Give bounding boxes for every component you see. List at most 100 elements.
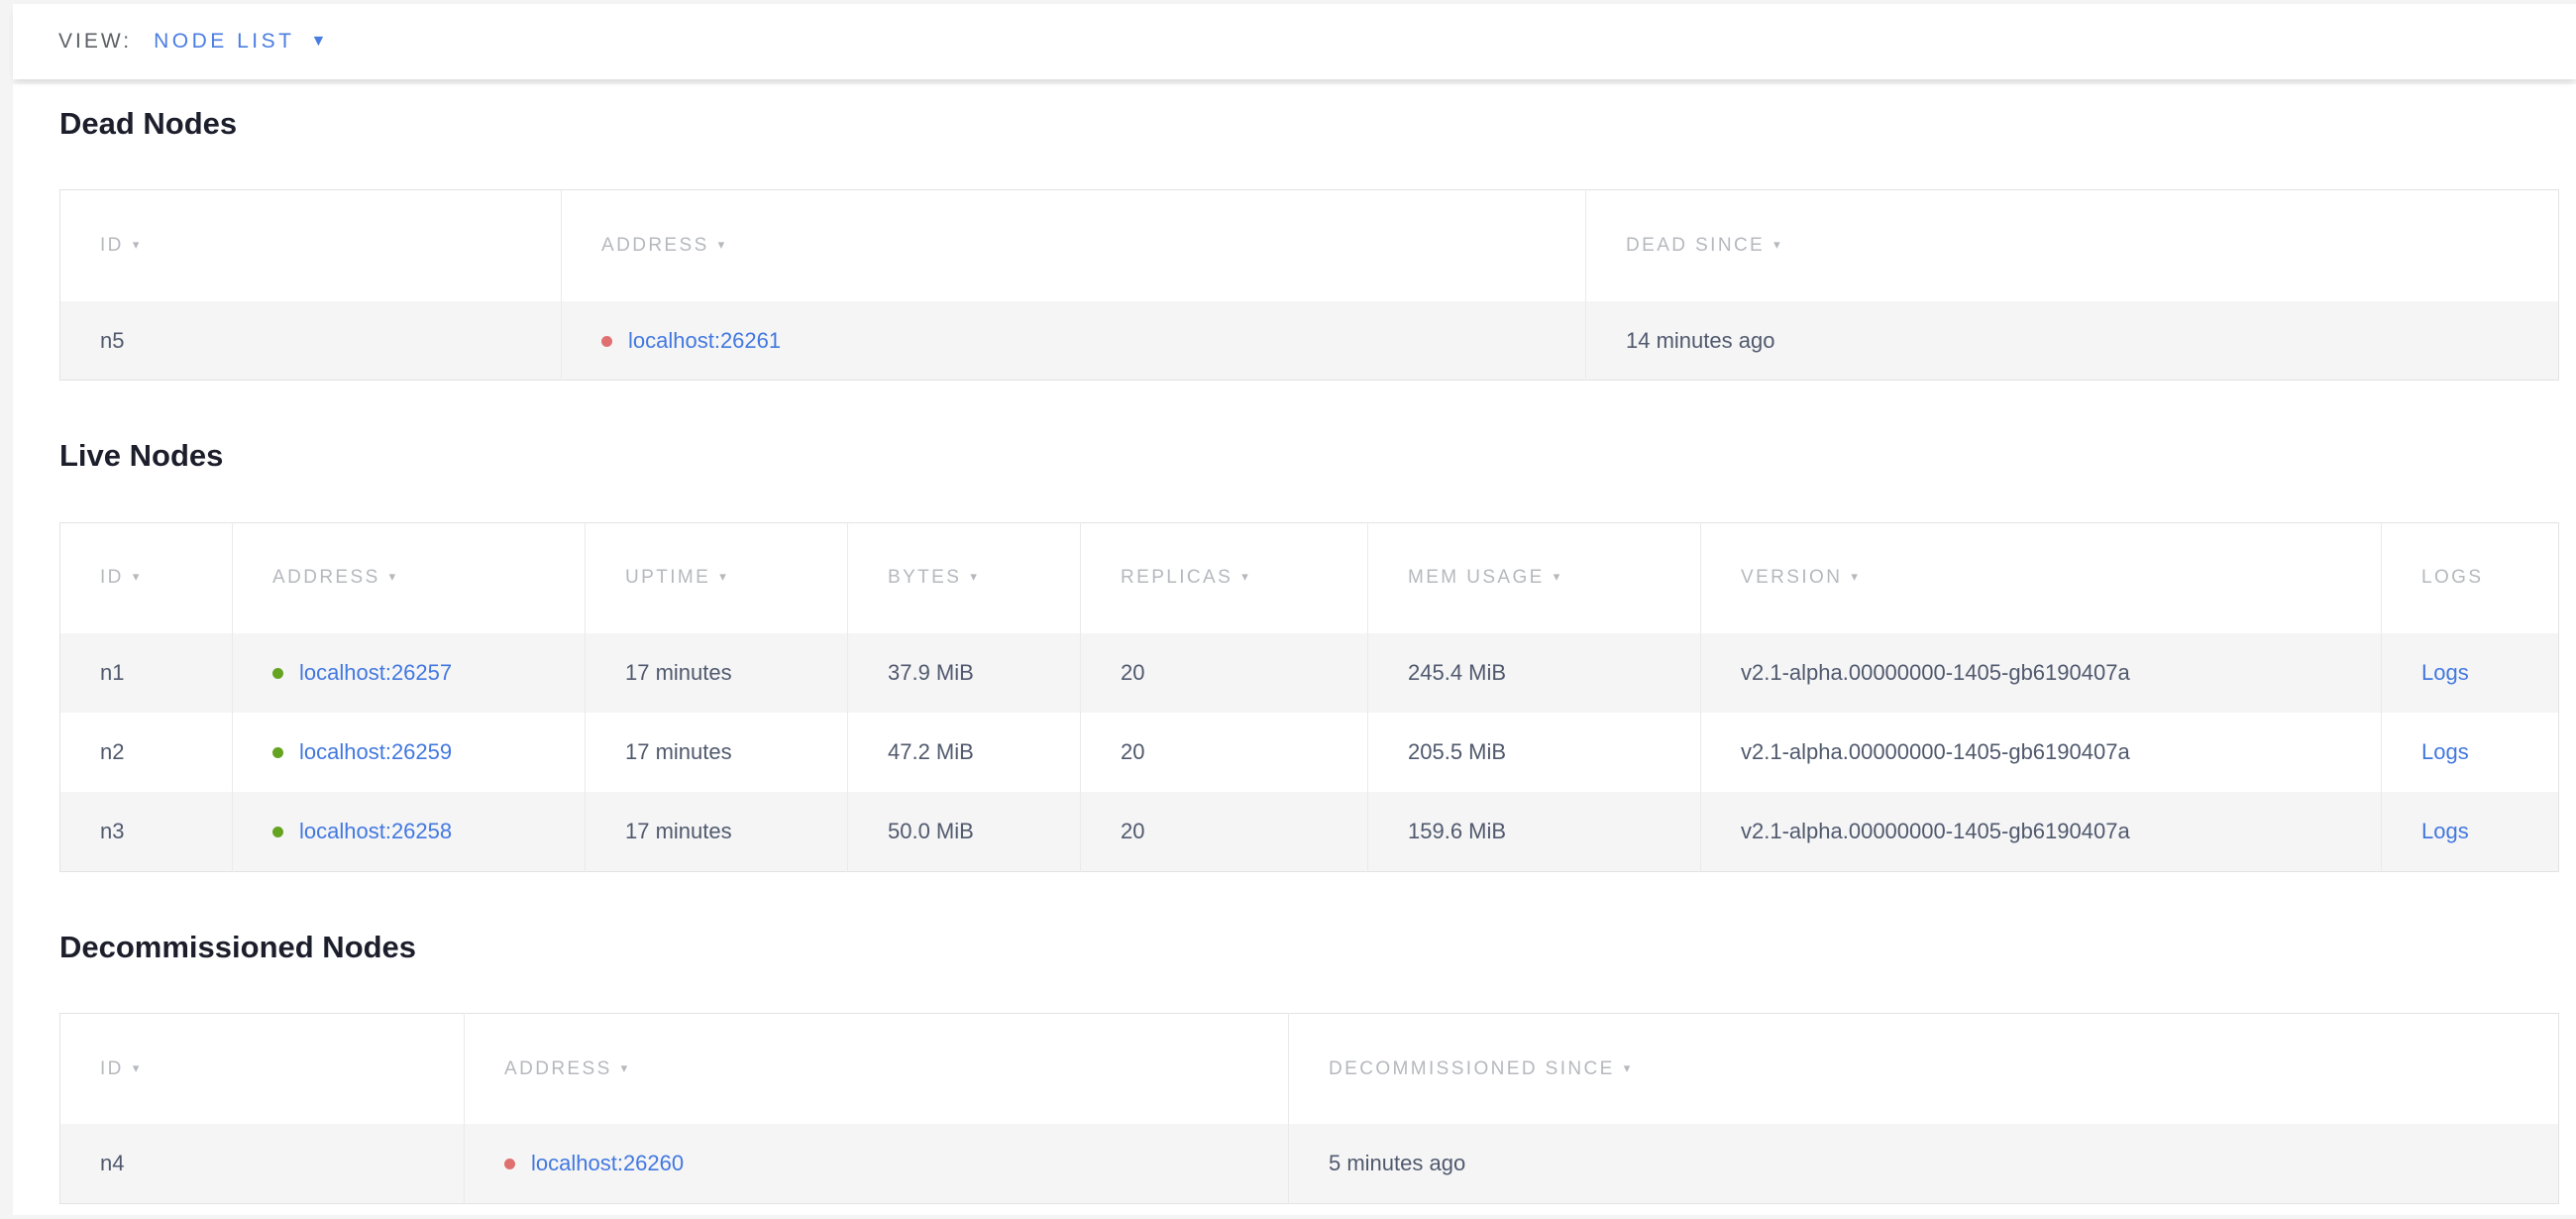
view-selected-value: NODE LIST xyxy=(154,30,294,54)
live-nodes-title: Live Nodes xyxy=(59,436,2558,476)
node-address-cell: localhost:26259 xyxy=(233,713,586,792)
uptime-cell: 17 minutes xyxy=(586,633,848,713)
column-header-label: MEM USAGE xyxy=(1408,567,1545,588)
node-address-link[interactable]: localhost:26261 xyxy=(628,328,781,353)
live-status-dot-icon xyxy=(272,668,283,679)
node-id-cell: n3 xyxy=(60,792,233,871)
replicas-cell: 20 xyxy=(1081,792,1368,871)
dead-since-cell: 14 minutes ago xyxy=(1586,301,2559,381)
node-address-link[interactable]: localhost:26259 xyxy=(299,739,452,764)
sort-arrow-icon: ▾ xyxy=(133,569,142,584)
decommissioned-nodes-table: ID ▾ ADDRESS ▾ DECOMMISSIONED SINCE ▾ n4 lo… xyxy=(59,1013,2559,1204)
column-header-replicas[interactable]: REPLICAS ▾ xyxy=(1081,522,1368,633)
live-status-dot-icon xyxy=(272,747,283,758)
bytes-cell: 50.0 MiB xyxy=(848,792,1081,871)
logs-link[interactable]: Logs xyxy=(2421,739,2469,764)
node-address-link[interactable]: localhost:26260 xyxy=(531,1151,684,1175)
column-header-uptime[interactable]: UPTIME ▾ xyxy=(586,522,848,633)
uptime-cell: 17 minutes xyxy=(586,792,848,871)
column-header-id[interactable]: ID ▾ xyxy=(60,190,562,301)
column-header-label: UPTIME xyxy=(625,567,710,588)
logs-cell: Logs xyxy=(2382,633,2559,713)
column-header-label: ADDRESS xyxy=(272,567,380,588)
column-header-address[interactable]: ADDRESS ▾ xyxy=(465,1013,1289,1124)
replicas-cell: 20 xyxy=(1081,713,1368,792)
column-header-id[interactable]: ID ▾ xyxy=(60,522,233,633)
node-id-cell: n4 xyxy=(60,1124,465,1203)
sort-arrow-icon: ▾ xyxy=(970,569,979,584)
sort-arrow-icon: ▾ xyxy=(621,1060,630,1075)
uptime-cell: 17 minutes xyxy=(586,713,848,792)
column-header-decommissioned-since[interactable]: DECOMMISSIONED SINCE ▾ xyxy=(1289,1013,2559,1124)
column-header-label: DECOMMISSIONED SINCE xyxy=(1329,1058,1615,1079)
sort-arrow-icon: ▾ xyxy=(389,569,398,584)
logs-link[interactable]: Logs xyxy=(2421,660,2469,685)
column-header-label: DEAD SINCE xyxy=(1626,235,1765,256)
dead-nodes-title: Dead Nodes xyxy=(59,104,2558,144)
node-address-cell: localhost:26260 xyxy=(465,1124,1289,1203)
node-id-cell: n2 xyxy=(60,713,233,792)
mem-usage-cell: 245.4 MiB xyxy=(1368,633,1701,713)
column-header-label: ID xyxy=(100,1058,124,1079)
mem-usage-cell: 205.5 MiB xyxy=(1368,713,1701,792)
column-header-id[interactable]: ID ▾ xyxy=(60,1013,465,1124)
node-address-cell: localhost:26258 xyxy=(233,792,586,871)
sort-arrow-icon: ▾ xyxy=(1624,1060,1633,1075)
column-header-label: ID xyxy=(100,235,124,256)
table-row: n4 localhost:26260 5 minutes ago xyxy=(60,1124,2559,1203)
column-header-label: BYTES xyxy=(888,567,961,588)
sort-arrow-icon: ▾ xyxy=(133,237,142,252)
logs-link[interactable]: Logs xyxy=(2421,819,2469,843)
sort-arrow-icon: ▾ xyxy=(133,1060,142,1075)
decommissioned-status-dot-icon xyxy=(504,1159,515,1169)
sort-arrow-icon: ▾ xyxy=(1554,569,1562,584)
column-header-label: REPLICAS xyxy=(1121,567,1233,588)
column-header-label: ADDRESS xyxy=(504,1058,612,1079)
node-list-content: Dead Nodes ID ▾ ADDRESS ▾ DEAD SINCE ▾ n5 l… xyxy=(13,84,2576,1215)
logs-cell: Logs xyxy=(2382,792,2559,871)
mem-usage-cell: 159.6 MiB xyxy=(1368,792,1701,871)
table-row: n3 localhost:26258 17 minutes 50.0 MiB 2… xyxy=(60,792,2559,871)
dead-nodes-table: ID ▾ ADDRESS ▾ DEAD SINCE ▾ n5 localhost:26… xyxy=(59,189,2559,381)
table-row: n2 localhost:26259 17 minutes 47.2 MiB 2… xyxy=(60,713,2559,792)
view-label: VIEW: xyxy=(58,30,132,54)
decommissioned-since-cell: 5 minutes ago xyxy=(1289,1124,2559,1203)
bytes-cell: 47.2 MiB xyxy=(848,713,1081,792)
dropdown-caret-icon: ▼ xyxy=(310,34,326,50)
view-selector-dropdown[interactable]: NODE LIST ▼ xyxy=(154,30,326,54)
bytes-cell: 37.9 MiB xyxy=(848,633,1081,713)
table-row: n1 localhost:26257 17 minutes 37.9 MiB 2… xyxy=(60,633,2559,713)
sort-arrow-icon: ▾ xyxy=(1241,569,1250,584)
table-header-row: ID ▾ ADDRESS ▾ UPTIME ▾ BYTES ▾ REPLICAS ▾ ME… xyxy=(60,522,2559,633)
column-header-label: LOGS xyxy=(2421,567,2483,588)
node-address-cell: localhost:26261 xyxy=(562,301,1586,381)
sort-arrow-icon: ▾ xyxy=(719,569,728,584)
live-nodes-table: ID ▾ ADDRESS ▾ UPTIME ▾ BYTES ▾ REPLICAS ▾ ME… xyxy=(59,522,2559,872)
node-address-cell: localhost:26257 xyxy=(233,633,586,713)
replicas-cell: 20 xyxy=(1081,633,1368,713)
column-header-label: VERSION xyxy=(1741,567,1842,588)
column-header-address[interactable]: ADDRESS ▾ xyxy=(562,190,1586,301)
version-cell: v2.1-alpha.00000000-1405-gb6190407a xyxy=(1701,792,2382,871)
node-address-link[interactable]: localhost:26258 xyxy=(299,819,452,843)
column-header-label: ID xyxy=(100,567,124,588)
column-header-logs: LOGS xyxy=(2382,522,2559,633)
decommissioned-nodes-title: Decommissioned Nodes xyxy=(59,928,2558,967)
column-header-version[interactable]: VERSION▾ xyxy=(1701,522,2382,633)
column-header-address[interactable]: ADDRESS ▾ xyxy=(233,522,586,633)
node-id-cell: n1 xyxy=(60,633,233,713)
node-id-cell: n5 xyxy=(60,301,562,381)
sort-arrow-icon: ▾ xyxy=(718,237,727,252)
version-cell: v2.1-alpha.00000000-1405-gb6190407a xyxy=(1701,633,2382,713)
view-bar: VIEW: NODE LIST ▼ xyxy=(13,4,2576,79)
sort-arrow-icon: ▾ xyxy=(1773,237,1782,252)
column-header-mem-usage[interactable]: MEM USAGE ▾ xyxy=(1368,522,1701,633)
logs-cell: Logs xyxy=(2382,713,2559,792)
dead-status-dot-icon xyxy=(601,336,612,347)
column-header-label: ADDRESS xyxy=(601,235,709,256)
column-header-bytes[interactable]: BYTES ▾ xyxy=(848,522,1081,633)
table-row: n5 localhost:26261 14 minutes ago xyxy=(60,301,2559,381)
column-header-dead-since[interactable]: DEAD SINCE ▾ xyxy=(1586,190,2559,301)
node-address-link[interactable]: localhost:26257 xyxy=(299,660,452,685)
table-header-row: ID ▾ ADDRESS ▾ DEAD SINCE ▾ xyxy=(60,190,2559,301)
